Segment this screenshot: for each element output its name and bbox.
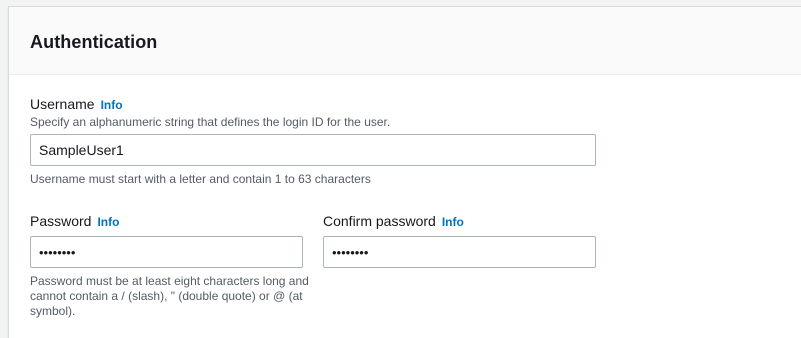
authentication-panel: Authentication Username Info Specify an a… [8, 6, 801, 338]
confirm-password-input[interactable] [323, 236, 596, 268]
password-info-link[interactable]: Info [97, 215, 119, 229]
username-constraint: Username must start with a letter and co… [30, 172, 371, 186]
username-label-row: Username Info [30, 96, 123, 112]
password-label: Password [30, 213, 92, 229]
panel-header: Authentication [9, 7, 801, 75]
confirm-password-label-row: Confirm password Info [323, 213, 464, 229]
username-label: Username [30, 96, 95, 112]
password-label-row: Password Info [30, 213, 119, 229]
confirm-password-label: Confirm password [323, 213, 436, 229]
username-input[interactable] [30, 134, 596, 166]
password-input[interactable] [30, 236, 303, 268]
password-constraint: Password must be at least eight characte… [30, 274, 309, 318]
confirm-password-info-link[interactable]: Info [442, 215, 464, 229]
username-info-link[interactable]: Info [101, 98, 123, 112]
username-description: Specify an alphanumeric string that defi… [30, 115, 391, 129]
panel-title: Authentication [30, 32, 158, 52]
